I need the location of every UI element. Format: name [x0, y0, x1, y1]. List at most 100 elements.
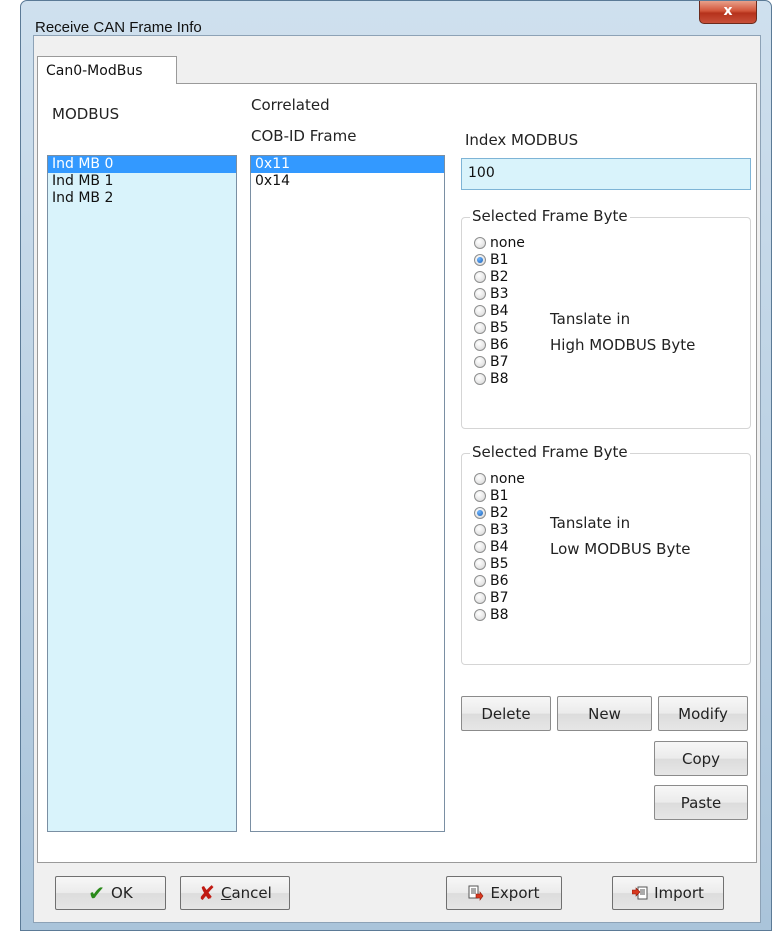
- radio-button-icon[interactable]: [474, 270, 486, 283]
- radio-button-icon[interactable]: [474, 372, 486, 385]
- radio-button-icon[interactable]: [474, 574, 486, 587]
- radio-button-icon[interactable]: [474, 489, 486, 502]
- low-group-option[interactable]: B5: [474, 555, 509, 572]
- low-group-option[interactable]: B6: [474, 572, 509, 589]
- checkmark-icon: ✔: [88, 881, 106, 905]
- index-modbus-input[interactable]: 100: [461, 158, 751, 190]
- radio-label: B4: [490, 538, 509, 555]
- high-group-option[interactable]: B1: [474, 251, 509, 268]
- high-group-option[interactable]: B5: [474, 319, 509, 336]
- low-group-title: Selected Frame Byte: [470, 443, 630, 461]
- low-group-option[interactable]: B3: [474, 521, 509, 538]
- radio-button-icon[interactable]: [474, 557, 486, 570]
- index-modbus-label: Index MODBUS: [465, 131, 579, 149]
- modbus-list-item[interactable]: Ind MB 2: [48, 190, 236, 207]
- radio-label: B3: [490, 285, 509, 302]
- radio-label: B1: [490, 487, 509, 504]
- low-note-line2: Low MODBUS Byte: [550, 540, 691, 558]
- high-group-option[interactable]: none: [474, 234, 525, 251]
- radio-button-icon[interactable]: [474, 540, 486, 553]
- low-byte-note: Tanslate in Low MODBUS Byte: [550, 510, 690, 562]
- high-group-option[interactable]: B3: [474, 285, 509, 302]
- cobid-list-item[interactable]: 0x11: [251, 156, 444, 173]
- import-button[interactable]: Import: [612, 876, 724, 910]
- modbus-list-item[interactable]: Ind MB 1: [48, 173, 236, 190]
- window-title: Receive CAN Frame Info: [35, 19, 202, 36]
- import-icon: [632, 886, 648, 900]
- radio-label: B7: [490, 353, 509, 370]
- radio-label: none: [490, 234, 525, 251]
- radio-label: B7: [490, 589, 509, 606]
- ok-label: OK: [111, 884, 133, 902]
- cross-icon: ✘: [198, 881, 215, 905]
- radio-button-icon[interactable]: [474, 253, 486, 266]
- radio-button-icon[interactable]: [474, 591, 486, 604]
- radio-button-icon[interactable]: [474, 321, 486, 334]
- cancel-label: Cancel: [220, 884, 272, 902]
- radio-label: B4: [490, 302, 509, 319]
- high-group-option[interactable]: B2: [474, 268, 509, 285]
- low-group-option[interactable]: B1: [474, 487, 509, 504]
- export-icon: [468, 885, 484, 901]
- radio-label: B6: [490, 572, 509, 589]
- modbus-list[interactable]: Ind MB 0 Ind MB 1 Ind MB 2: [47, 155, 237, 832]
- radio-button-icon[interactable]: [474, 472, 486, 485]
- cobid-header-line1: Correlated: [251, 96, 330, 114]
- import-label: Import: [654, 884, 704, 902]
- close-icon: x: [723, 3, 733, 19]
- radio-label: B2: [490, 268, 509, 285]
- high-group-option[interactable]: B7: [474, 353, 509, 370]
- radio-label: B5: [490, 555, 509, 572]
- high-group-title: Selected Frame Byte: [470, 207, 630, 225]
- high-group-option[interactable]: B6: [474, 336, 509, 353]
- radio-label: B5: [490, 319, 509, 336]
- modify-button[interactable]: Modify: [658, 696, 748, 731]
- radio-button-icon[interactable]: [474, 608, 486, 621]
- tab-panel: MODBUS Ind MB 0 Ind MB 1 Ind MB 2 Correlat…: [37, 83, 757, 863]
- high-byte-group: Selected Frame Byte Tanslate in High MOD…: [461, 207, 751, 429]
- tab-can0-modbus[interactable]: Can0-ModBus: [37, 56, 177, 84]
- modbus-header: MODBUS: [52, 105, 120, 123]
- high-group-option[interactable]: B8: [474, 370, 509, 387]
- ok-button[interactable]: ✔ OK: [55, 876, 166, 910]
- high-note-line1: Tanslate in: [550, 310, 631, 328]
- new-button[interactable]: New: [557, 696, 652, 731]
- export-button[interactable]: Export: [446, 876, 562, 910]
- radio-button-icon[interactable]: [474, 355, 486, 368]
- close-button[interactable]: x: [699, 1, 757, 24]
- radio-button-icon[interactable]: [474, 287, 486, 300]
- cobid-list[interactable]: 0x11 0x14: [250, 155, 445, 832]
- radio-button-icon[interactable]: [474, 523, 486, 536]
- radio-label: none: [490, 470, 525, 487]
- high-note-line2: High MODBUS Byte: [550, 336, 696, 354]
- low-group-option[interactable]: B7: [474, 589, 509, 606]
- radio-label: B2: [490, 504, 509, 521]
- low-group-option[interactable]: B4: [474, 538, 509, 555]
- low-group-option[interactable]: none: [474, 470, 525, 487]
- copy-button[interactable]: Copy: [654, 741, 748, 776]
- radio-label: B8: [490, 370, 509, 387]
- radio-label: B3: [490, 521, 509, 538]
- radio-button-icon[interactable]: [474, 236, 486, 249]
- export-label: Export: [490, 884, 540, 902]
- modbus-list-item[interactable]: Ind MB 0: [48, 156, 236, 173]
- radio-button-icon[interactable]: [474, 304, 486, 317]
- high-group-option[interactable]: B4: [474, 302, 509, 319]
- radio-button-icon[interactable]: [474, 506, 486, 519]
- dialog-window: Receive CAN Frame Info x Can0-ModBus MOD…: [20, 0, 772, 931]
- low-group-option[interactable]: B2: [474, 504, 509, 521]
- radio-label: B6: [490, 336, 509, 353]
- high-byte-note: Tanslate in High MODBUS Byte: [550, 306, 695, 358]
- radio-button-icon[interactable]: [474, 338, 486, 351]
- dialog-client-area: Can0-ModBus MODBUS Ind MB 0 Ind MB 1 Ind M…: [33, 35, 761, 923]
- radio-label: B1: [490, 251, 509, 268]
- radio-label: B8: [490, 606, 509, 623]
- delete-button[interactable]: Delete: [461, 696, 551, 731]
- cobid-list-item[interactable]: 0x14: [251, 173, 444, 190]
- cancel-button[interactable]: ✘ Cancel: [180, 876, 290, 910]
- low-byte-group: Selected Frame Byte Tanslate in Low MODB…: [461, 443, 751, 665]
- low-note-line1: Tanslate in: [550, 514, 631, 532]
- cobid-header-line2: COB-ID Frame: [251, 127, 357, 145]
- paste-button[interactable]: Paste: [654, 785, 748, 820]
- low-group-option[interactable]: B8: [474, 606, 509, 623]
